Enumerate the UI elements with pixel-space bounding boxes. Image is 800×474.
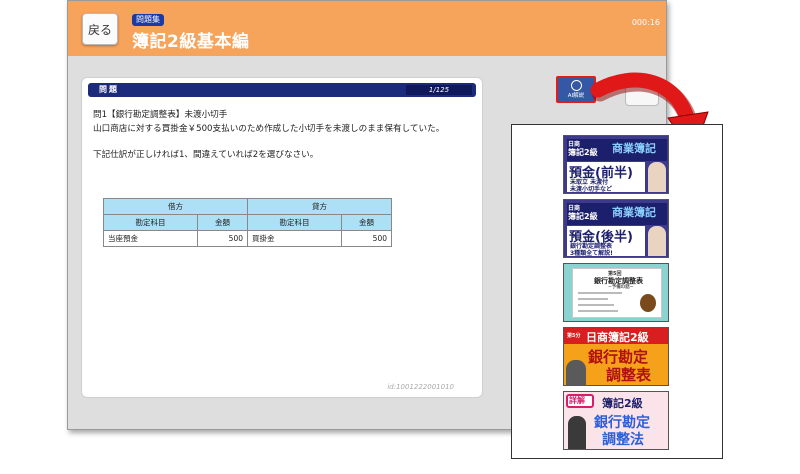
video-thumbnail[interactable]: 日商 簿記2級 商業簿記 預金(後半) 銀行勘定調整表 3種類全て解説! [563, 199, 669, 258]
back-button[interactable]: 戻る [82, 13, 118, 45]
video-line1: 日商簿記2級 [586, 331, 649, 344]
video-tag: 詳解 [569, 396, 585, 405]
mascot-icon [640, 294, 656, 312]
video-sub1: ~予備の話~ [608, 285, 634, 290]
question-card: 問題 1/125 問1【銀行勘定調整表】未渡小切手 山口商店に対する買掛金￥50… [81, 77, 483, 398]
question-section-title: 問題 [99, 85, 119, 94]
debit-account-col: 勘定科目 [103, 214, 198, 231]
video-line2: 商業簿記 [612, 206, 656, 219]
video-line1: 簿記2級 [568, 212, 598, 221]
video-line2: 商業簿記 [612, 142, 656, 155]
video-list-panel: 日商 簿記2級 商業簿記 預金(前半) 未取立 未渡付 未渡小切手など 日商 簿… [511, 124, 723, 459]
video-line1: 簿記2級 [602, 397, 643, 410]
app-header: 戻る 問題集 簿記2級基本編 000:16 [68, 1, 666, 56]
ai-explain-label: AI解説 [567, 93, 585, 99]
credit-amount: 500 [341, 230, 392, 247]
app-title: 簿記2級基本編 [132, 32, 250, 52]
video-sub2: 未渡小切手など [570, 186, 613, 193]
question-header-bar: 問題 1/125 [88, 83, 476, 97]
credit-account-col: 勘定科目 [247, 214, 342, 231]
journal-table: 借方 貸方 勘定科目 金額 勘定科目 金額 当座預金 500 買掛金 500 [103, 198, 392, 247]
timer: 000:16 [631, 18, 660, 27]
video-thumbnail[interactable]: 詳解 簿記2級 銀行勘定 調整法 [563, 391, 669, 450]
debit-amount: 500 [197, 230, 248, 247]
video-big2: 調整表 [606, 366, 652, 384]
video-thumbnail[interactable]: 日商 簿記2級 商業簿記 預金(前半) 未取立 未渡付 未渡小切手など [563, 135, 669, 194]
category-badge: 問題集 [132, 14, 164, 26]
video-big2: 調整法 [602, 432, 644, 448]
debit-amount-col: 金額 [197, 214, 248, 231]
debit-account: 当座預金 [103, 230, 198, 247]
video-sub2: 3種類全て解説! [570, 250, 613, 257]
video-thumbnail[interactable]: 第5分 日商簿記2級 銀行勘定 調整表 [563, 327, 669, 386]
question-text: 問1【銀行勘定調整表】未渡小切手 山口商店に対する買掛金￥500支払いのため作成… [93, 109, 478, 163]
video-thumbnail[interactable]: 第5回 銀行勘定調整表 ~予備の話~ [563, 263, 669, 322]
table-row: 当座預金 500 買掛金 500 [103, 230, 392, 247]
presenter-icon [648, 226, 666, 256]
presenter-icon [648, 162, 666, 192]
credit-account: 買掛金 [247, 230, 342, 247]
video-tag: 第5分 [567, 333, 581, 339]
question-instruction: 下記仕訳が正しければ1、間違えていれば2を選びなさい。 [93, 150, 319, 160]
question-body: 山口商店に対する買掛金￥500支払いのため作成した小切手を未渡しのまま保有してい… [93, 123, 445, 134]
debit-header: 借方 [103, 198, 248, 215]
screen: 戻る 問題集 簿記2級基本編 000:16 問題 1/125 問1【銀行勘定調整… [0, 0, 800, 474]
magnifier-icon [571, 80, 582, 91]
credit-amount-col: 金額 [341, 214, 392, 231]
credit-header: 貸方 [247, 198, 392, 215]
question-counter: 1/125 [406, 85, 472, 95]
presenter-icon [566, 360, 586, 385]
presenter-icon [568, 416, 586, 449]
question-id: id:1001222001010 [387, 383, 454, 391]
question-title: 問1【銀行勘定調整表】未渡小切手 [93, 110, 228, 120]
video-line1: 簿記2級 [568, 148, 598, 157]
